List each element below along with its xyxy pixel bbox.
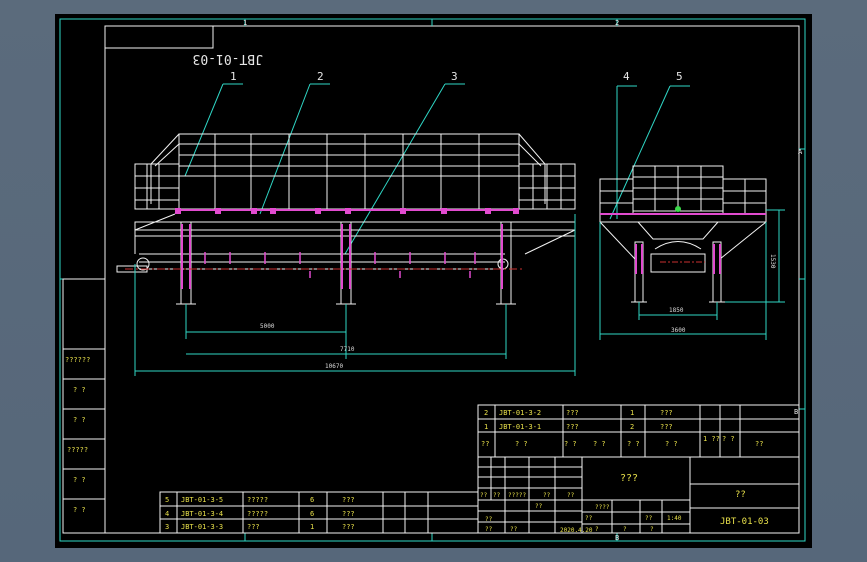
cad-drawing: 1 2 B A B JBT-01-03 ?????? ? ? ? ? ?????…	[59, 18, 806, 542]
tb-small-14: ?	[623, 526, 627, 533]
cad-viewport[interactable]: 1 2 B A B JBT-01-03 ?????? ? ? ? ? ?????…	[55, 14, 812, 548]
drawing-number-box	[104, 25, 214, 49]
dim-front-span-inner: 5000	[260, 323, 275, 330]
left-margin-table	[62, 278, 106, 534]
dim-front-overall: 10670	[325, 363, 343, 370]
lower-row-2-no: 4	[165, 510, 169, 518]
upper-row-1-no: 2	[484, 409, 488, 417]
lower-row-1-material: ???	[342, 496, 355, 504]
zone-marker-top-2: 2	[615, 19, 619, 27]
drawing-number-mirrored: JBT-01-03	[193, 51, 263, 66]
tb-small-8: ????	[595, 504, 610, 511]
lower-row-3-no: 3	[165, 523, 169, 531]
tb-small-9: ??	[485, 526, 493, 533]
tb-scale: 1:40	[667, 515, 682, 522]
upper-header-4: ? ?	[593, 440, 606, 448]
left-label-6: ? ?	[73, 506, 86, 514]
tb-small-5: ??	[567, 492, 575, 499]
left-label-1: ??????	[65, 356, 90, 364]
tb-small-10: ??	[510, 526, 518, 533]
callout-4: 4	[623, 70, 630, 83]
side-view-marker	[675, 206, 681, 212]
tb-small-3: ?????	[508, 492, 526, 499]
tb-title: ???	[620, 473, 638, 484]
left-label-3: ? ?	[73, 416, 86, 424]
lower-row-3-name: ???	[247, 523, 260, 531]
upper-row-2-qty: 2	[630, 423, 634, 431]
upper-row-2-name: ???	[566, 423, 579, 431]
lower-row-1-no: 5	[165, 496, 169, 504]
upper-row-1-material: ???	[660, 409, 673, 417]
zone-ticks	[60, 19, 805, 541]
upper-header-6: ? ?	[665, 440, 678, 448]
tb-small-6: ??	[485, 516, 493, 523]
tb-small-15: ?	[650, 526, 654, 533]
lower-row-1-qty: 6	[310, 496, 314, 504]
tb-small-12: ??	[645, 515, 653, 522]
tb-drawing-no: JBT-01-03	[720, 517, 769, 527]
lower-row-3-qty: 1	[310, 523, 314, 531]
dim-side-outer: 3600	[671, 327, 686, 334]
tb-small-13: ?	[595, 526, 599, 533]
lower-row-3-material: ???	[342, 523, 355, 531]
upper-row-2-code: JBT-01-3-1	[499, 423, 541, 431]
upper-header-7: 1 ??	[703, 435, 720, 443]
lower-row-2-material: ???	[342, 510, 355, 518]
upper-header-3: ? ?	[564, 440, 577, 448]
dim-front-span-outer: 7710	[340, 346, 355, 353]
tb-small-2: ??	[493, 492, 501, 499]
tb-company: ??	[735, 490, 746, 500]
upper-header-1: ??	[481, 440, 489, 448]
outer-frame	[59, 18, 806, 542]
tb-small-7: ??	[535, 503, 543, 510]
callout-2: 2	[317, 70, 324, 83]
zone-marker-bottom: B	[615, 534, 619, 542]
lower-row-2-qty: 6	[310, 510, 314, 518]
tb-small-11: ??	[585, 515, 593, 522]
upper-row-1-qty: 1	[630, 409, 634, 417]
left-label-4: ?????	[67, 446, 88, 454]
zone-marker-right-b: B	[794, 408, 798, 416]
tb-small-4: ??	[543, 492, 551, 499]
lower-row-2-name: ?????	[247, 510, 268, 518]
upper-header-9: ??	[755, 440, 763, 448]
lower-row-2-code: JBT-01-3-4	[181, 510, 223, 518]
left-label-2: ? ?	[73, 386, 86, 394]
callout-1: 1	[230, 70, 237, 83]
lower-row-3-code: JBT-01-3-3	[181, 523, 223, 531]
upper-row-2-no: 1	[484, 423, 488, 431]
callout-3: 3	[451, 70, 458, 83]
dim-side-height: 1530	[769, 254, 776, 269]
lower-row-1-name: ?????	[247, 496, 268, 504]
dim-side-inner: 1850	[669, 307, 684, 314]
upper-row-1-name: ???	[566, 409, 579, 417]
left-label-5: ? ?	[73, 476, 86, 484]
tb-date: 2020.4.20	[560, 527, 593, 534]
tb-small-1: ??	[480, 492, 488, 499]
callout-5: 5	[676, 70, 683, 83]
upper-header-2: ? ?	[515, 440, 528, 448]
front-view: 1 2 3 5000 7710 10670	[116, 70, 576, 376]
upper-row-2-material: ???	[660, 423, 673, 431]
upper-header-8: ? ?	[722, 435, 735, 443]
lower-row-1-code: JBT-01-3-5	[181, 496, 223, 504]
side-view: 4 5 1850 3600 1530	[599, 70, 785, 340]
upper-header-5: ? ?	[627, 440, 640, 448]
upper-row-1-code: JBT-01-3-2	[499, 409, 541, 417]
zone-marker-top-1: 1	[243, 19, 247, 27]
